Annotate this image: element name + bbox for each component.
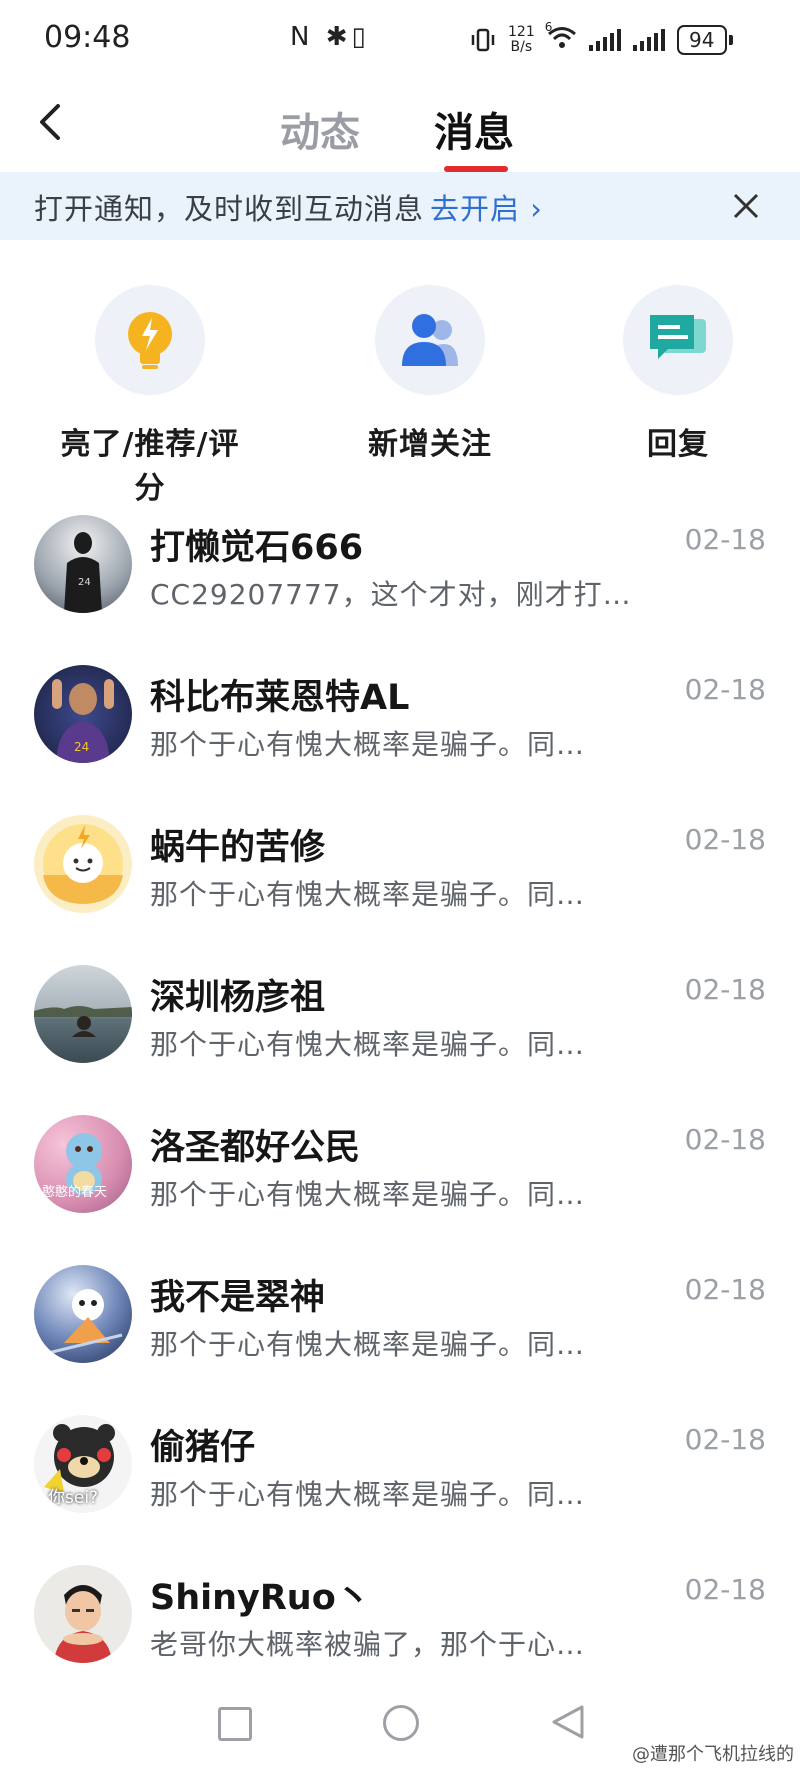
message-item[interactable]: 24 科比布莱恩特AL 那个于心有愧大概率是骗子。同… 02-18 — [0, 665, 800, 815]
network-speed-unit: B/s — [510, 39, 533, 55]
message-item[interactable]: 蜗牛的苦修 那个于心有愧大概率是骗子。同… 02-18 — [0, 815, 800, 965]
enable-notification-link[interactable]: 去开启 › — [430, 192, 543, 226]
status-right-icons: 121 B/s 6 94 — [470, 14, 733, 66]
sender-name: 偷猪仔 — [150, 1428, 256, 1468]
message-preview: 那个于心有愧大概率是骗子。同… — [150, 1178, 586, 1211]
quick-action-replies-label: 回复 — [647, 427, 709, 462]
sender-name: 科比布莱恩特AL — [150, 678, 410, 718]
message-date: 02-18 — [684, 1123, 766, 1156]
chat-bubbles-icon — [623, 285, 733, 395]
battery-level: 94 — [676, 25, 727, 55]
avatar[interactable]: 你sei? — [34, 1415, 132, 1513]
message-preview: 那个于心有愧大概率是骗子。同… — [150, 878, 586, 911]
top-nav: 动态 消息 — [0, 80, 800, 172]
quick-action-new-followers-label: 新增关注 — [368, 427, 492, 462]
message-preview: 老哥你大概率被骗了，那个于心… — [150, 1628, 586, 1661]
users-icon — [375, 285, 485, 395]
status-bar: 09:48 N ✱▯ 121 B/s 6 94 — [0, 0, 800, 80]
sender-name: 洛圣都好公民 — [150, 1128, 361, 1168]
sender-name: ShinyRuo丶 — [150, 1578, 371, 1618]
message-item[interactable]: ShinyRuo丶 老哥你大概率被骗了，那个于心… 02-18 — [0, 1565, 800, 1715]
avatar[interactable] — [34, 965, 132, 1063]
quick-action-replies[interactable]: 回复 — [578, 285, 778, 463]
svg-text:24: 24 — [78, 577, 91, 588]
message-preview: 那个于心有愧大概率是骗子。同… — [150, 1478, 586, 1511]
status-nfc-bluetooth-icons: N ✱▯ — [290, 22, 370, 52]
message-item[interactable]: 憨憨的春天 洛圣都好公民 那个于心有愧大概率是骗子。同… 02-18 — [0, 1115, 800, 1265]
message-item[interactable]: 你sei? 偷猪仔 那个于心有愧大概率是骗子。同… 02-18 — [0, 1415, 800, 1565]
message-preview: 那个于心有愧大概率是骗子。同… — [150, 1028, 586, 1061]
avatar[interactable] — [34, 1265, 132, 1363]
avatar-caption: 憨憨的春天 — [42, 1185, 108, 1200]
network-speed-value: 121 — [508, 24, 535, 40]
message-preview: CC29207777，这个才对，刚才打… — [150, 578, 632, 611]
avatar[interactable]: 24 — [34, 515, 132, 613]
tab-messages[interactable]: 消息 — [434, 100, 514, 158]
message-item[interactable]: 我不是翠神 那个于心有愧大概率是骗子。同… 02-18 — [0, 1265, 800, 1415]
message-date: 02-18 — [684, 523, 766, 556]
message-preview: 那个于心有愧大概率是骗子。同… — [150, 1328, 586, 1361]
message-date: 02-18 — [684, 673, 766, 706]
close-icon[interactable] — [730, 190, 762, 222]
network-speed: 121 B/s — [508, 25, 535, 55]
svg-text:24: 24 — [74, 740, 89, 754]
tab-feed[interactable]: 动态 — [280, 100, 360, 158]
home-icon[interactable] — [383, 1705, 419, 1741]
watermark: @遭那个飞机拉线的 — [632, 1744, 794, 1765]
back-arrow-icon[interactable] — [36, 102, 66, 142]
avatar-caption: 你sei? — [48, 1488, 99, 1508]
message-date: 02-18 — [684, 1573, 766, 1606]
avatar[interactable] — [34, 1565, 132, 1663]
notification-banner: 打开通知，及时收到互动消息 去开启 › — [0, 172, 800, 240]
wifi-version: 6 — [544, 20, 553, 34]
message-date: 02-18 — [684, 1273, 766, 1306]
sender-name: 深圳杨彦祖 — [150, 978, 326, 1018]
message-preview: 那个于心有愧大概率是骗子。同… — [150, 728, 586, 761]
avatar[interactable]: 憨憨的春天 — [34, 1115, 132, 1213]
sender-name: 蜗牛的苦修 — [150, 828, 326, 868]
status-time: 09:48 — [44, 20, 131, 55]
lightbulb-icon — [95, 285, 205, 395]
message-date: 02-18 — [684, 973, 766, 1006]
message-item[interactable]: 24 打懒觉石666 CC29207777，这个才对，刚才打… 02-18 — [0, 515, 800, 665]
battery-icon: 94 — [676, 25, 733, 55]
quick-action-new-followers[interactable]: 新增关注 — [330, 285, 530, 463]
notification-banner-text: 打开通知，及时收到互动消息 — [34, 192, 425, 226]
message-item[interactable]: 深圳杨彦祖 那个于心有愧大概率是骗子。同… 02-18 — [0, 965, 800, 1115]
quick-action-likes-label: 亮了/推荐/评分 — [60, 427, 240, 506]
quick-action-likes[interactable]: 亮了/推荐/评分 — [50, 285, 250, 507]
message-date: 02-18 — [684, 823, 766, 856]
back-icon[interactable] — [550, 1703, 586, 1741]
vibrate-icon — [471, 28, 495, 52]
signal-icon-1 — [588, 29, 621, 51]
avatar[interactable] — [34, 815, 132, 913]
recent-apps-icon[interactable] — [218, 1707, 252, 1741]
message-date: 02-18 — [684, 1423, 766, 1456]
sender-name: 我不是翠神 — [150, 1278, 326, 1318]
avatar[interactable]: 24 — [34, 665, 132, 763]
sender-name: 打懒觉石666 — [150, 528, 364, 568]
signal-icon-2 — [632, 29, 665, 51]
wifi-icon: 6 — [545, 20, 577, 54]
